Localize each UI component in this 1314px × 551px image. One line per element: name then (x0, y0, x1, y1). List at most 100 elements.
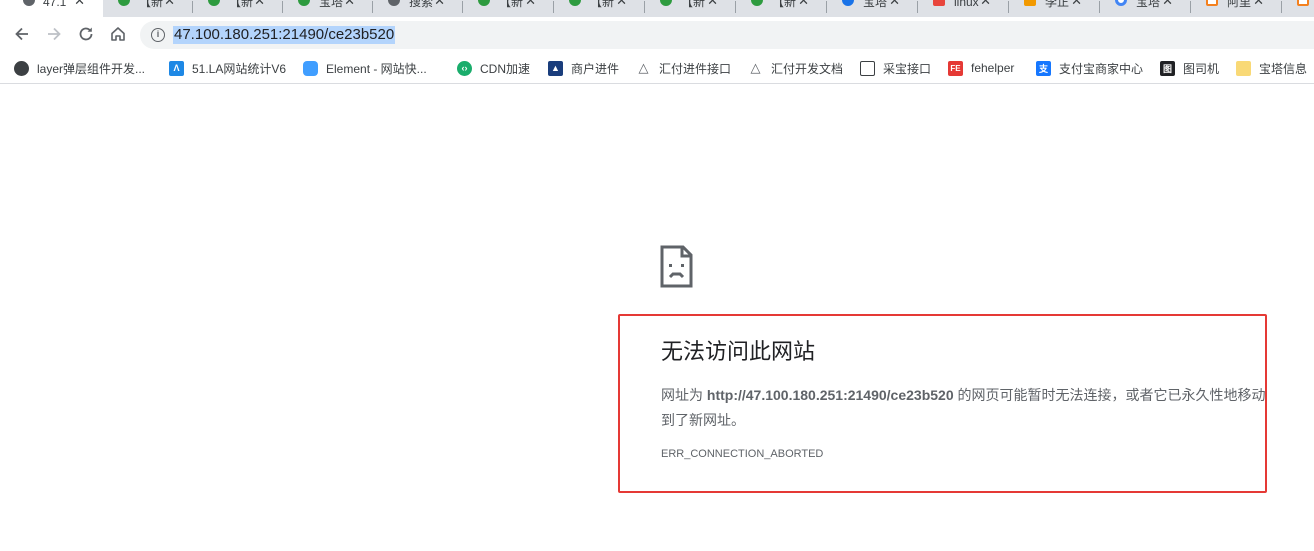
aliyun-icon (1297, 0, 1309, 6)
bookmark-label: 汇付开发文档 (771, 61, 844, 76)
shield-icon (298, 0, 310, 6)
sad-page-icon (660, 245, 693, 288)
error-description: 网址为 http://47.100.180.251:21490/ce23b520… (661, 383, 1266, 433)
bookmark-caibao[interactable]: 采宝接口 (860, 59, 931, 77)
close-icon[interactable]: ✕ (254, 0, 265, 8)
bookmark-cdn[interactable]: ‹› CDN加速 (457, 59, 530, 77)
close-icon[interactable]: ✕ (889, 0, 900, 8)
shield-icon (660, 0, 672, 6)
reload-button[interactable] (75, 23, 97, 45)
tab[interactable]: 【新 ✕ (463, 0, 554, 17)
huifu-icon: △ (750, 60, 761, 75)
bookmark-label: layer弹层组件开发... (37, 61, 146, 76)
bookmarks-bar: layer弹层组件开发... Λ 51.LA网站统计V6 Element - 网… (0, 53, 1314, 84)
bookmark-label: 图司机 (1183, 61, 1220, 76)
arrow-left-icon (15, 27, 28, 41)
bookmark-label: 商户进件 (571, 61, 620, 76)
browser-toolbar: i 47.100.180.251:21490/ce23b520 (0, 17, 1314, 53)
tab[interactable]: 【新 ✕ (554, 0, 645, 17)
huifu-icon: △ (638, 60, 649, 75)
tab[interactable]: 宝塔 ✕ (1100, 0, 1191, 17)
bookmark-merchant[interactable]: ▲ 商户进件 (548, 59, 619, 77)
arrow-right-icon (48, 27, 61, 41)
url-text[interactable]: 47.100.180.251:21490/ce23b520 (173, 26, 396, 44)
bookmark-label: 支付宝商家中心 (1059, 61, 1144, 76)
element-icon (303, 60, 318, 76)
home-icon (111, 27, 125, 41)
forward-button[interactable] (43, 23, 65, 45)
close-icon[interactable]: ✕ (616, 0, 627, 8)
fehelper-icon: FE (948, 60, 963, 76)
bookmark-51la[interactable]: Λ 51.LA网站统计V6 (169, 59, 286, 77)
layer-icon (14, 60, 29, 76)
bookmark-label: 51.LA网站统计V6 (192, 61, 287, 76)
close-icon[interactable]: ✕ (798, 0, 809, 8)
bookmark-alipay[interactable]: 支 支付宝商家中心 (1036, 59, 1143, 77)
close-icon[interactable]: ✕ (707, 0, 718, 8)
info-icon[interactable]: i (151, 28, 165, 42)
tab-current[interactable]: 47.1 ✕ (0, 0, 103, 17)
bookmark-label: CDN加速 (480, 61, 530, 76)
csdn-icon (933, 0, 945, 6)
tab[interactable]: 宝塔 ✕ (283, 0, 373, 17)
bookmark-folder-baota[interactable]: 宝塔信息 (1236, 59, 1307, 77)
book-icon (860, 60, 875, 76)
error-panel: 无法访问此网站 网址为 http://47.100.180.251:21490/… (618, 314, 1267, 493)
bookmark-layer[interactable]: layer弹层组件开发... (14, 59, 145, 77)
close-icon[interactable]: ✕ (1071, 0, 1082, 8)
close-icon[interactable]: ✕ (164, 0, 175, 8)
la-icon: Λ (169, 60, 184, 76)
error-desc-prefix: 网址为 (661, 387, 707, 403)
close-icon[interactable]: ✕ (1162, 0, 1173, 8)
baota-icon (1115, 0, 1127, 6)
error-code: ERR_CONNECTION_ABORTED (661, 448, 824, 460)
tab[interactable]: 李正 ✕ (1009, 0, 1100, 17)
tab[interactable]: linux ✕ (918, 0, 1009, 17)
bookmark-tusiji[interactable]: 图 图司机 (1160, 59, 1219, 77)
tab[interactable]: 【新 ✕ (103, 0, 193, 17)
close-icon[interactable]: ✕ (980, 0, 991, 8)
tab-strip: 47.1 ✕ 【新 ✕ 【新 ✕ 宝塔 ✕ 搜索 ✕ 【新 ✕ 【新 ✕ 【新 … (0, 0, 1314, 17)
merchant-icon: ▲ (548, 60, 563, 76)
close-icon[interactable]: ✕ (344, 0, 355, 8)
bookmark-label: 汇付进件接口 (659, 61, 732, 76)
tab[interactable]: 宝塔 ✕ (827, 0, 918, 17)
shield-icon (751, 0, 763, 6)
tab-title: 47.1 (43, 0, 67, 9)
bookmark-label: Element - 网站快... (326, 61, 427, 76)
tab[interactable]: 阿里 ✕ (1191, 0, 1282, 17)
back-button[interactable] (11, 23, 33, 45)
shield-icon (478, 0, 490, 6)
bookmark-element[interactable]: Element - 网站快... (303, 59, 427, 77)
folder-icon (1236, 60, 1251, 76)
close-icon[interactable]: ✕ (434, 0, 445, 8)
bookmark-huifu-api[interactable]: △ 汇付进件接口 (636, 59, 732, 77)
close-icon[interactable]: ✕ (74, 0, 85, 8)
address-bar[interactable]: i 47.100.180.251:21490/ce23b520 (140, 21, 1314, 49)
close-icon[interactable]: ✕ (1253, 0, 1264, 8)
shield-icon (842, 0, 854, 6)
globe-icon (388, 0, 400, 6)
blog-icon (1024, 0, 1036, 6)
cdn-icon: ‹› (457, 60, 472, 76)
bookmark-label: 宝塔信息 (1259, 61, 1308, 76)
aliyun-icon (1206, 0, 1218, 6)
tab[interactable] (1282, 0, 1314, 17)
bookmark-label: fehelper (971, 61, 1015, 75)
bookmark-fehelper[interactable]: FE fehelper (948, 59, 1014, 77)
shield-icon (208, 0, 220, 6)
reload-icon (79, 27, 93, 41)
bookmark-huifu-docs[interactable]: △ 汇付开发文档 (748, 59, 844, 77)
error-url: http://47.100.180.251:21490/ce23b520 (706, 387, 954, 403)
shield-icon (118, 0, 130, 6)
tusiji-icon: 图 (1160, 60, 1175, 76)
tab[interactable]: 【新 ✕ (193, 0, 283, 17)
home-button[interactable] (107, 23, 129, 45)
tab[interactable]: 【新 ✕ (645, 0, 736, 17)
tab[interactable]: 【新 ✕ (736, 0, 827, 17)
close-icon[interactable]: ✕ (525, 0, 536, 8)
bookmark-label: 采宝接口 (883, 61, 932, 76)
page-icon (23, 0, 35, 6)
tab[interactable]: 搜索 ✕ (373, 0, 463, 17)
alipay-icon: 支 (1036, 60, 1051, 76)
